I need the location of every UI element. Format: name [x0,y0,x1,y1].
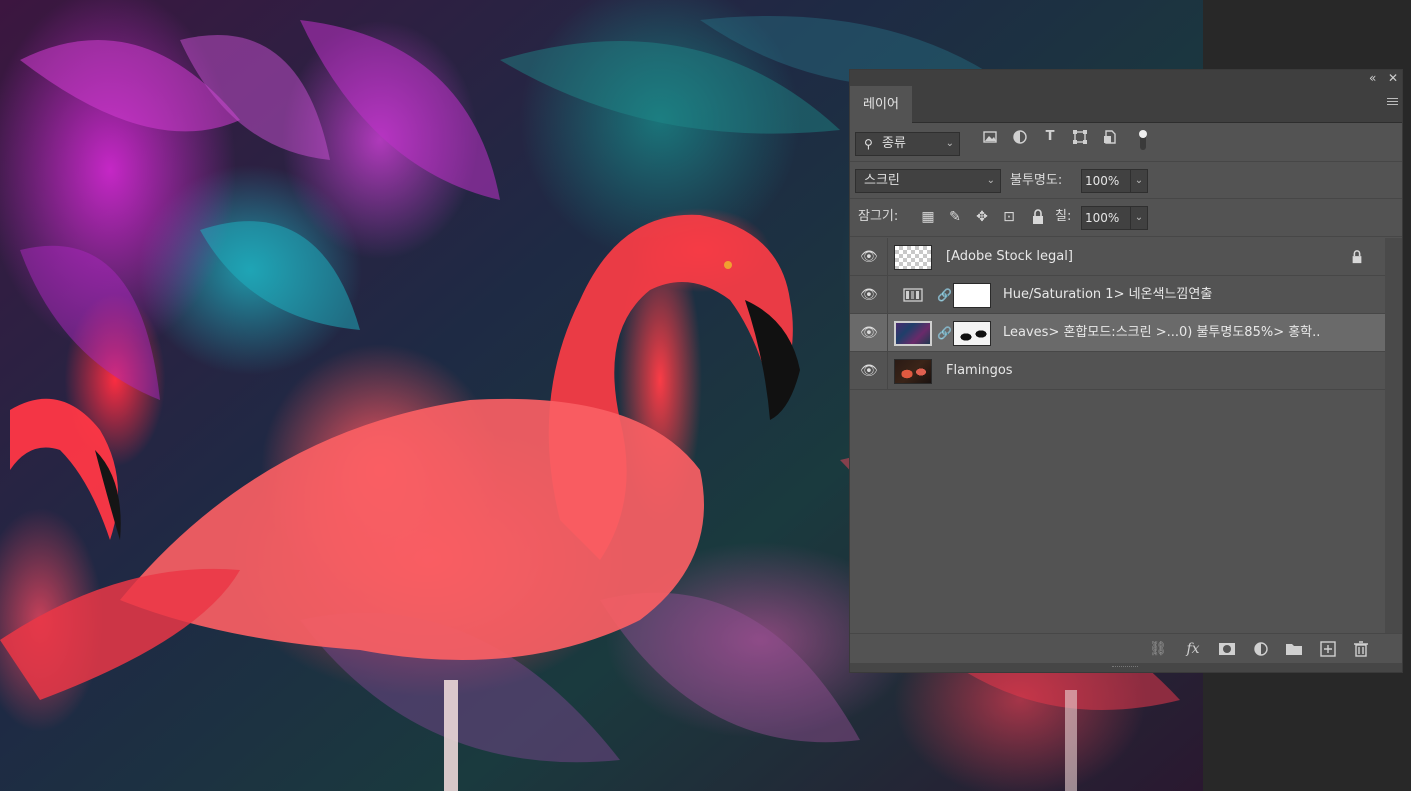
layer-effects-fx-icon[interactable]: fx [1184,641,1202,657]
layer-name: [Adobe Stock legal] [946,249,1073,264]
adjustment-filter-icon[interactable] [1012,129,1028,145]
lock-artboard-icon[interactable]: ⊡ [1001,209,1017,225]
opacity-label: 불투명도: [1010,173,1063,188]
fill-label: 칠: [1055,209,1072,224]
type-filter-icon[interactable]: T [1042,129,1058,145]
chain-link-icon[interactable]: 🔗 [937,287,952,303]
layer-name: Flamingos [946,363,1013,378]
tab-layers[interactable]: 레이어 [850,86,912,123]
layer-thumbnail [894,245,932,270]
blend-mode-dropdown[interactable]: 스크린 ⌄ [855,169,1001,193]
chevron-down-icon: ⌄ [945,138,954,149]
close-panel-button[interactable]: ✕ [1388,70,1398,86]
collapse-panel-button[interactable]: « [1369,70,1376,86]
lock-position-icon[interactable]: ✥ [974,209,990,225]
layer-name: Leaves> 혼합모드:스크린 >...0) 불투명도85%> 홍학.. [1003,325,1321,340]
lock-all-icon[interactable] [1030,209,1046,225]
visibility-eye-icon[interactable]: 👁 [860,249,878,265]
add-layer-mask-icon[interactable] [1218,641,1236,657]
layer-row-leaves[interactable]: 👁 🔗 Leaves> 혼합모드:스크린 >...0) 불투명도85%> 홍학.… [850,314,1385,352]
opacity-dropdown-button[interactable]: ⌄ [1130,169,1148,193]
hue-saturation-adjustment-icon [903,288,923,302]
layer-thumbnail [894,321,932,346]
panel-titlebar: « ✕ [850,70,1402,86]
shape-filter-icon[interactable] [1072,129,1088,145]
lock-label: 잠그기: [858,209,899,224]
blend-mode-value: 스크린 [864,173,900,188]
visibility-eye-icon[interactable]: 👁 [860,363,878,379]
lock-image-pixels-icon[interactable]: ✎ [947,209,963,225]
layer-row-flamingos[interactable]: 👁 Flamingos [850,352,1385,390]
layers-scrollbar[interactable] [1385,238,1402,633]
panel-tab-row: 레이어 [850,86,1402,123]
lock-row: 잠그기: ▦ ✎ ✥ ⊡ 칠: 100% ⌄ [850,199,1402,237]
layers-bottom-toolbar: ⛓ fx [850,633,1402,664]
blend-row: 스크린 ⌄ 불투명도: 100% ⌄ [850,162,1402,199]
chain-link-icon[interactable]: 🔗 [937,325,952,341]
link-layers-icon[interactable]: ⛓ [1149,641,1167,657]
visibility-eye-icon[interactable]: 👁 [860,325,878,341]
layers-panel: « ✕ 레이어 ⚲ 종류 ⌄ T 스크린 ⌄ 불투명도: 100% ⌄ 잠그기:… [849,69,1403,673]
new-group-folder-icon[interactable] [1285,641,1303,657]
opacity-input[interactable]: 100% [1081,169,1131,193]
layer-row-hue-saturation[interactable]: 👁 🔗 Hue/Saturation 1> 네온색느낌연출 [850,276,1385,314]
chevron-down-icon: ⌄ [986,175,995,186]
filter-kind-dropdown[interactable]: ⚲ 종류 ⌄ [855,132,960,156]
lock-transparent-pixels-icon[interactable]: ▦ [920,209,936,225]
new-layer-icon[interactable] [1319,641,1337,657]
filter-toggle-switch[interactable] [1137,128,1149,152]
delete-layer-trash-icon[interactable] [1352,641,1370,657]
smart-object-filter-icon[interactable] [1102,129,1118,145]
search-icon: ⚲ [864,137,873,151]
layer-lock-icon [1352,250,1362,264]
layers-list: 👁 [Adobe Stock legal] 👁 🔗 Hue/Saturation… [850,238,1385,633]
layer-thumbnail [894,359,932,384]
layer-mask-thumbnail [953,283,991,308]
image-filter-icon[interactable] [982,129,998,145]
new-fill-adjustment-layer-icon[interactable] [1252,641,1270,657]
layer-mask-thumbnail [953,321,991,346]
layer-row-adobe-stock-legal[interactable]: 👁 [Adobe Stock legal] [850,238,1385,276]
panel-resize-grip[interactable] [850,663,1402,672]
fill-input[interactable]: 100% [1081,206,1131,230]
filter-kind-label: 종류 [882,136,906,151]
filter-row: ⚲ 종류 ⌄ T [850,123,1402,162]
fill-dropdown-button[interactable]: ⌄ [1130,206,1148,230]
panel-menu-icon[interactable] [1387,98,1398,107]
visibility-eye-icon[interactable]: 👁 [860,287,878,303]
layer-name: Hue/Saturation 1> 네온색느낌연출 [1003,287,1213,302]
